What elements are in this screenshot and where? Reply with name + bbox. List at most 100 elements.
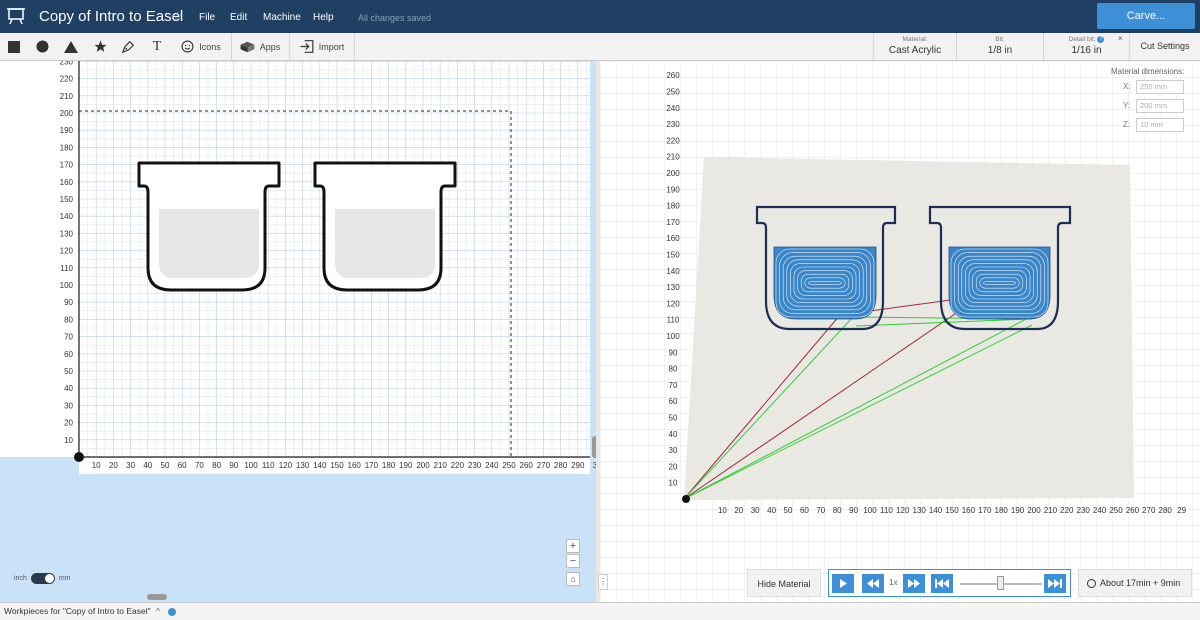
pen-tool-button[interactable]	[116, 33, 140, 60]
cut-settings-button[interactable]: Cut Settings	[1129, 33, 1200, 60]
preview-grid[interactable]: 1020304050607080901001101201301401501601…	[600, 61, 1200, 602]
preview-x-tick-label: 280	[1159, 506, 1173, 515]
menu-edit[interactable]: Edit	[230, 12, 247, 23]
x-tick-label: 240	[485, 461, 499, 470]
text-tool-button[interactable]: T	[145, 33, 169, 60]
rewind-button[interactable]	[862, 574, 884, 593]
preview-y-tick-label: 130	[666, 283, 680, 292]
x-tick-label: 20	[109, 461, 118, 470]
preview-x-tick-label: 50	[784, 506, 793, 515]
project-title[interactable]: Copy of Intro to Easel	[39, 8, 183, 25]
expand-caret-icon[interactable]: ^	[156, 606, 160, 616]
star-tool-button[interactable]	[88, 33, 112, 60]
save-status: All changes saved	[358, 13, 432, 23]
cup-workpiece-1[interactable]	[137, 161, 281, 292]
y-tick-label: 10	[64, 436, 73, 445]
preview-y-tick-label: 10	[669, 479, 678, 488]
unit-switch[interactable]	[30, 573, 55, 584]
preview-x-tick-label: 210	[1044, 506, 1058, 515]
playback-speed[interactable]: 1x	[889, 578, 897, 587]
easel-logo-icon[interactable]	[6, 6, 26, 26]
y-tick-label: 40	[64, 384, 73, 393]
y-tick-label: 210	[60, 92, 74, 101]
fast-forward-button[interactable]	[903, 574, 925, 593]
square-tool-button[interactable]	[2, 33, 26, 60]
skip-to-start-button[interactable]	[931, 574, 953, 593]
y-tick-label: 190	[60, 126, 74, 135]
triangle-tool-button[interactable]	[59, 33, 83, 60]
home-view-button[interactable]: ⌂	[566, 572, 580, 586]
y-tick-label: 30	[64, 401, 73, 410]
x-tick-label: 110	[262, 461, 275, 470]
preview-x-tick-label: 90	[849, 506, 858, 515]
simulation-player: 1x	[828, 569, 1071, 597]
top-bar: Copy of Intro to Easel ☆ File Edit Machi…	[0, 0, 1200, 33]
design-grid[interactable]: 1020304050607080901001101201301401501601…	[0, 61, 596, 602]
preview-y-tick-label: 80	[669, 365, 678, 374]
menu-machine[interactable]: Machine	[263, 12, 301, 23]
workpieces-bar[interactable]: Workpieces for "Copy of Intro to Easel" …	[0, 602, 1200, 620]
preview-y-tick-label: 260	[666, 71, 680, 80]
apps-button[interactable]: Apps	[234, 33, 286, 60]
unit-toggle[interactable]: inch mm	[14, 573, 71, 584]
preview-menu-button[interactable]: ⋮	[598, 574, 608, 590]
design-canvas[interactable]: 10 20 30 40 50 60 70 80 90 100 110 120 130 140 150 160 1…	[0, 61, 596, 602]
play-button[interactable]	[832, 574, 854, 593]
preview-x-tick-label: 170	[978, 506, 992, 515]
detail-bit-help-icon[interactable]: ?	[1097, 36, 1105, 43]
skip-to-end-button[interactable]	[1044, 574, 1066, 593]
skip-back-icon	[935, 579, 949, 588]
preview-y-tick-label: 30	[669, 446, 678, 455]
dim-y-input[interactable]: 200 mm	[1136, 99, 1184, 113]
workpieces-help-icon[interactable]	[168, 607, 177, 616]
smiley-icon	[181, 40, 194, 53]
dim-y-label: Y:	[1123, 101, 1131, 110]
detail-bit-value: 1/16 in	[1071, 45, 1102, 57]
dim-z-input[interactable]: 10 mm	[1136, 118, 1184, 132]
menu-help[interactable]: Help	[313, 12, 334, 23]
triangle-icon	[64, 40, 78, 53]
y-tick-label: 110	[60, 264, 73, 273]
import-icon	[300, 40, 314, 53]
detail-bit-selector[interactable]: Detail bit: ? 1/16 in	[1043, 33, 1129, 60]
dim-x-input[interactable]: 250 mm	[1136, 80, 1184, 94]
preview-y-tick-label: 160	[666, 234, 680, 243]
carve-button[interactable]: Carve...	[1097, 3, 1195, 29]
preview-x-tick-label: 30	[751, 506, 760, 515]
dim-z-label: Z:	[1123, 120, 1131, 129]
x-tick-label: 140	[313, 461, 327, 470]
y-tick-label: 70	[64, 333, 73, 342]
zoom-in-button[interactable]: +	[566, 539, 580, 553]
circle-icon	[36, 40, 48, 53]
circle-tool-button[interactable]	[30, 33, 54, 60]
bit-value: 1/8 in	[987, 45, 1013, 56]
cup-workpiece-2[interactable]	[313, 161, 457, 292]
preview-y-tick-label: 180	[666, 202, 680, 211]
preview-y-tick-label: 90	[669, 348, 678, 357]
unit-inch-label: inch	[14, 575, 27, 582]
preview-x-tick-label: 110	[880, 506, 893, 515]
y-tick-label: 140	[60, 212, 74, 221]
preview-y-tick-label: 50	[669, 414, 678, 423]
carve-preview[interactable]: 10 20 30 40 50 60 70 80 90 100 110 120 130 140 150 160 1…	[600, 61, 1200, 602]
preview-y-tick-label: 200	[666, 169, 680, 178]
skip-forward-icon	[1048, 579, 1062, 588]
apps-cube-icon	[240, 41, 255, 52]
workpieces-label[interactable]: Workpieces for "Copy of Intro to Easel"	[4, 606, 151, 616]
icons-button[interactable]: Icons	[176, 33, 226, 60]
menu-file[interactable]: File	[199, 12, 215, 23]
preview-x-tick-label: 29	[1177, 506, 1186, 515]
zoom-out-button[interactable]: −	[566, 554, 580, 568]
x-tick-label: 160	[348, 461, 362, 470]
preview-y-tick-label: 110	[667, 316, 680, 325]
import-button[interactable]: Import	[293, 33, 351, 60]
horizontal-scrollbar[interactable]	[147, 594, 167, 600]
material-selector[interactable]: Material: Cast Acrylic	[873, 33, 956, 60]
hide-material-button[interactable]: Hide Material	[747, 569, 821, 597]
close-detail-bit-icon[interactable]: ×	[1118, 34, 1123, 43]
bit-selector[interactable]: Bit: 1/8 in	[956, 33, 1043, 60]
simulation-progress-thumb[interactable]	[997, 576, 1004, 590]
favorite-star-icon[interactable]: ☆	[172, 9, 183, 23]
origin-point	[74, 452, 84, 462]
y-tick-label: 220	[60, 75, 74, 84]
